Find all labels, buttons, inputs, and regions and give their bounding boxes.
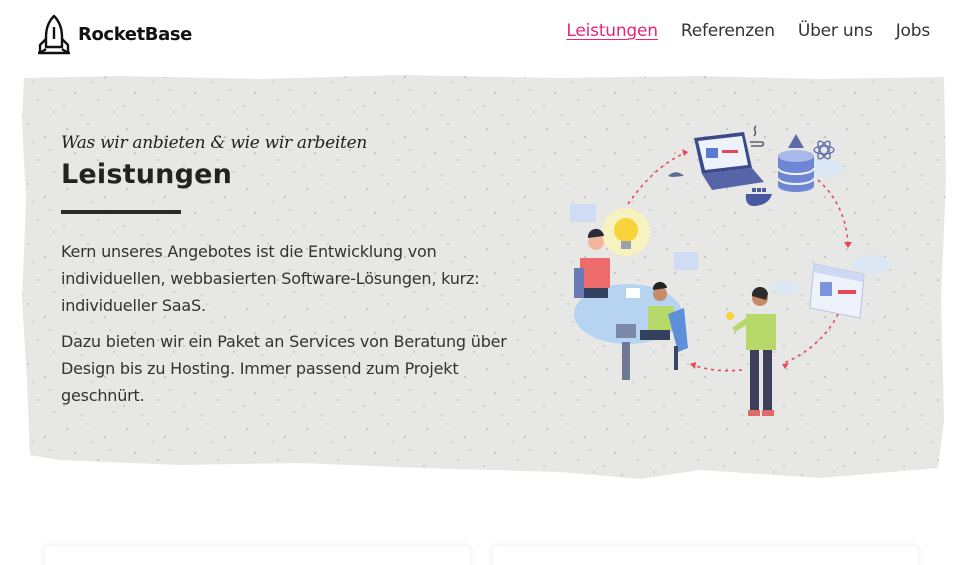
page-title: Leistungen (61, 159, 233, 190)
brand-name: RocketBase (78, 23, 192, 45)
service-card[interactable] (493, 546, 918, 565)
lightbulb-icon (602, 208, 650, 256)
hero-paragraph-2: Dazu bieten wir ein Paket an Services vo… (61, 332, 507, 405)
react-icon (813, 140, 835, 160)
service-card[interactable] (45, 546, 470, 565)
database-icon (777, 134, 815, 192)
site-header: RocketBase Leistungen Referenzen Über un… (0, 0, 960, 66)
nav-item-leistungen[interactable]: Leistungen (566, 21, 658, 41)
main-nav: Leistungen Referenzen Über uns Jobs (566, 21, 930, 41)
hero-paragraph-1: Kern unseres Angebotes ist die Entwicklu… (61, 242, 480, 315)
browser-window-icon (809, 263, 865, 319)
nav-item-referenzen[interactable]: Referenzen (681, 21, 775, 41)
brand-logo[interactable]: RocketBase (36, 13, 192, 55)
nav-item-jobs[interactable]: Jobs (896, 21, 930, 41)
docker-icon (745, 188, 772, 206)
rocket-logo-icon (38, 14, 70, 55)
title-divider (61, 210, 181, 214)
hero-kicker: Was wir anbieten & wie wir arbeiten (61, 133, 367, 153)
laptop-icon (694, 132, 764, 190)
workflow-illustration (570, 125, 892, 416)
nav-item-ueber-uns[interactable]: Über uns (798, 21, 873, 41)
hero-content: Was wir anbieten & wie wir arbeiten Leis… (61, 133, 541, 409)
java-icon (750, 125, 765, 147)
